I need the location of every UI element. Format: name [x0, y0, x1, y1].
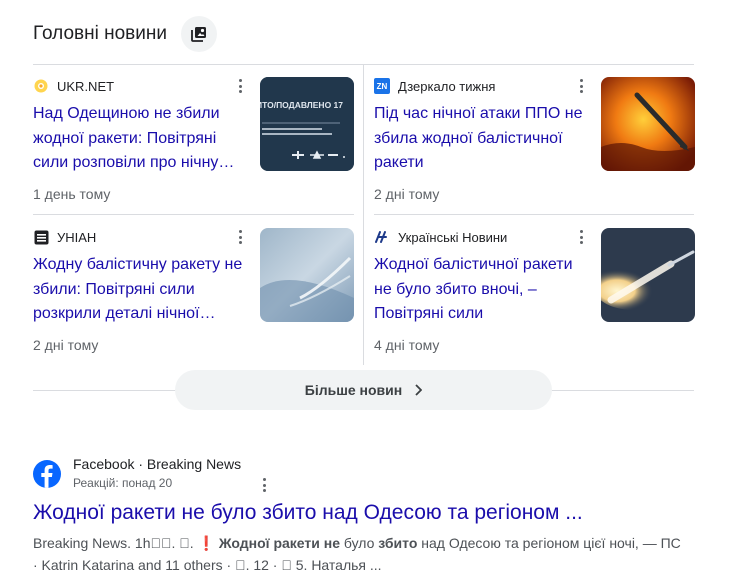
news-headline[interactable]: Жодної балістичної ракети не було збито …: [374, 253, 589, 327]
news-source: ZN Дзеркало тижня: [374, 78, 495, 94]
zn-logo-text: ZN: [376, 81, 388, 91]
more-options-icon[interactable]: [234, 229, 246, 245]
chevron-right-icon: [415, 384, 423, 396]
more-news-button[interactable]: Більше новин: [175, 370, 552, 410]
news-card[interactable]: Українські Новини Жодної балістичної рак…: [374, 217, 695, 367]
source-name: Українські Новини: [398, 229, 508, 245]
ukrnovyny-logo: [374, 229, 390, 245]
more-news-label: Більше новин: [304, 382, 403, 398]
news-headline[interactable]: Над Одещиною не збили жодної ракети: Пов…: [33, 102, 248, 176]
news-card[interactable]: UKR.NET Над Одещиною не збили жодної рак…: [33, 66, 354, 216]
news-thumbnail[interactable]: [601, 228, 695, 322]
news-source: UKR.NET: [33, 78, 114, 94]
exclamation-icon: ❗: [197, 535, 215, 551]
snippet-highlight: збито: [378, 535, 418, 551]
snippet-text: було: [340, 535, 379, 551]
snippet-text: · Katrin Katarina and 11 others ·  . 12 …: [33, 557, 382, 573]
more-options-icon[interactable]: [263, 478, 267, 492]
source-name: УНІАН: [57, 229, 97, 245]
more-options-icon[interactable]: [575, 229, 587, 245]
facebook-icon: [33, 460, 61, 488]
news-time: 2 дні тому: [33, 337, 99, 353]
news-time: 1 день тому: [33, 186, 111, 202]
divider: [363, 65, 364, 365]
snippet-text: над Одесою та регіоном цієї ночі, — ПС: [417, 535, 681, 551]
news-thumbnail[interactable]: [260, 228, 354, 322]
snippet-highlight: Жодної ракети не: [218, 535, 340, 551]
result-snippet: Breaking News. 1h  .  . ❗ Жодної ракети …: [33, 532, 703, 576]
news-source: Українські Новини: [374, 229, 507, 245]
news-time: 4 дні тому: [374, 337, 440, 353]
news-card[interactable]: УНІАН Жодну балістичну ракету не збили: …: [33, 217, 354, 367]
result-reactions: Реакцій: понад 20: [73, 476, 173, 490]
news-thumbnail[interactable]: ИТО/ПОДАВЛЕНО 17: [260, 77, 354, 171]
source-name: UKR.NET: [57, 78, 115, 94]
result-source: Facebook · Breaking News: [73, 456, 242, 472]
source-name: Дзеркало тижня: [398, 78, 496, 94]
zn-logo: ZN: [374, 78, 390, 94]
news-card[interactable]: ZN Дзеркало тижня Під час нічної атаки П…: [374, 66, 695, 216]
result-title[interactable]: Жодної ракети не було збито над Одесою т…: [33, 501, 583, 525]
ukrnet-logo: [33, 78, 49, 94]
news-source: УНІАН: [33, 229, 96, 245]
news-headline[interactable]: Жодну балістичну ракету не збили: Повітр…: [33, 253, 248, 327]
unian-logo: [33, 229, 49, 245]
top-stories-header: Головні новини: [33, 16, 217, 52]
snippet-text: Breaking News. 1h  .  .: [33, 535, 198, 551]
news-time: 2 дні тому: [374, 186, 440, 202]
thumb-caption: ИТО/ПОДАВЛЕНО 17: [260, 100, 343, 110]
stacked-news-icon[interactable]: [181, 16, 217, 52]
news-headline[interactable]: Під час нічної атаки ППО не збила жодної…: [374, 102, 589, 176]
news-thumbnail[interactable]: [601, 77, 695, 171]
more-options-icon[interactable]: [575, 78, 587, 94]
top-stories-title: Головні новини: [33, 23, 167, 44]
more-options-icon[interactable]: [234, 78, 246, 94]
